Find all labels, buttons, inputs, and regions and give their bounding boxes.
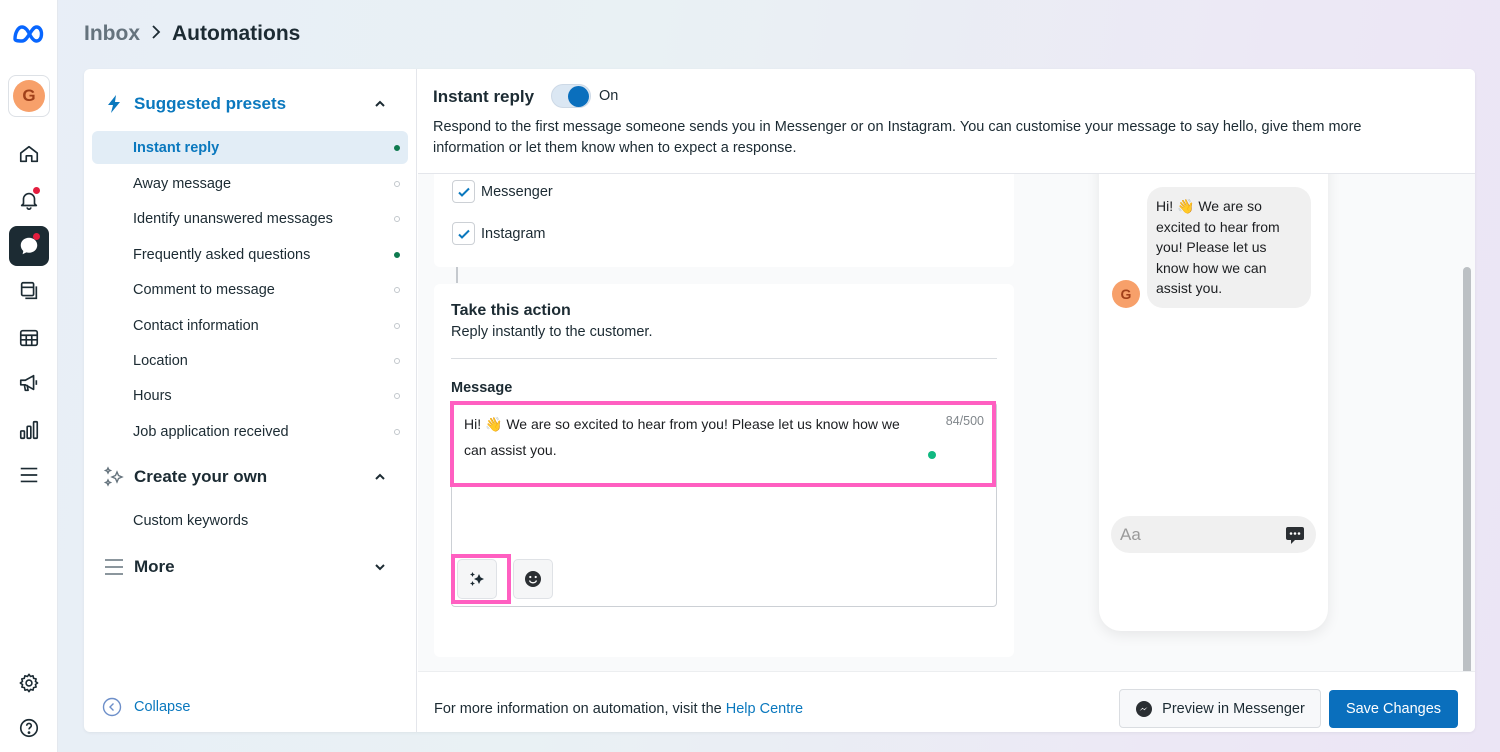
inbox-chat-icon[interactable] <box>9 226 49 266</box>
automation-nav: Suggested presets Instant reply Away mes… <box>84 69 417 732</box>
status-inactive-dot <box>394 286 400 293</box>
section-create-your-own[interactable]: Create your own <box>100 462 405 492</box>
vertical-scrollbar[interactable] <box>1463 267 1471 671</box>
status-inactive-dot <box>394 392 400 399</box>
editor-footer: For more information on automation, visi… <box>418 671 1475 732</box>
message-editor: Hi! 👋 We are so excited to hear from you… <box>450 401 997 607</box>
insights-icon[interactable] <box>9 410 49 450</box>
status-inactive-dot <box>394 322 400 329</box>
section-title: More <box>134 557 175 576</box>
settings-icon[interactable] <box>9 663 49 703</box>
nav-item-job-application[interactable]: Job application received <box>92 415 408 448</box>
ads-megaphone-icon[interactable] <box>9 363 49 403</box>
checkmark-icon <box>457 187 470 197</box>
home-icon[interactable] <box>9 134 49 174</box>
action-panel: Take this action Reply instantly to the … <box>434 284 1014 657</box>
preview-input: Aa <box>1111 516 1316 553</box>
smiley-icon <box>525 571 541 587</box>
instant-reply-toggle[interactable] <box>551 84 591 108</box>
save-changes-button[interactable]: Save Changes <box>1329 690 1458 728</box>
meta-logo-icon[interactable] <box>11 22 47 46</box>
emoji-button[interactable] <box>513 559 553 599</box>
breadcrumb-inbox[interactable]: Inbox <box>84 22 140 46</box>
lightning-icon <box>102 92 126 116</box>
nav-item-comment-to-message[interactable]: Comment to message <box>92 273 408 306</box>
checkmark-icon <box>457 229 470 239</box>
sparkles-icon <box>470 572 484 586</box>
instagram-checkbox[interactable] <box>452 222 475 245</box>
notification-badge <box>33 233 40 240</box>
preview-input-placeholder: Aa <box>1120 525 1141 544</box>
help-icon[interactable] <box>9 708 49 748</box>
platform-instagram[interactable]: Instagram <box>452 222 545 245</box>
platform-messenger[interactable]: Messenger <box>452 180 553 203</box>
nav-item-hours[interactable]: Hours <box>92 379 408 412</box>
collapse-button[interactable]: Collapse <box>102 697 190 717</box>
messenger-checkbox[interactable] <box>452 180 475 203</box>
page-title: Automations <box>172 22 301 45</box>
editor-scroll-area: Messenger Instagram Take this action Rep… <box>418 174 1475 671</box>
chat-bubble-icon <box>1286 527 1304 544</box>
nav-item-instant-reply[interactable]: Instant reply <box>92 131 408 164</box>
planner-icon[interactable] <box>9 318 49 358</box>
account-switcher[interactable]: G <box>8 75 50 117</box>
automations-card: Suggested presets Instant reply Away mes… <box>84 69 1475 732</box>
toggle-state-label: On <box>599 88 619 104</box>
menu-lines-icon <box>102 555 126 579</box>
messenger-preview: Hi! 👋 We are so excited to hear from you… <box>1099 174 1328 631</box>
breadcrumb: Inbox Automations <box>84 22 300 46</box>
preview-message-bubble: Hi! 👋 We are so excited to hear from you… <box>1147 187 1311 308</box>
status-inactive-dot <box>394 428 400 435</box>
toggle-knob <box>568 86 589 107</box>
nav-item-away-message[interactable]: Away message <box>92 167 408 200</box>
section-title: Create your own <box>134 467 268 486</box>
help-text: For more information on automation, visi… <box>434 701 804 717</box>
nav-item-identify-unanswered[interactable]: Identify unanswered messages <box>92 202 408 235</box>
section-more[interactable]: More <box>100 552 405 582</box>
section-title: Suggested presets <box>134 94 287 113</box>
action-subtitle: Reply instantly to the customer. <box>451 324 653 340</box>
editor-header: Instant reply On Respond to the first me… <box>418 69 1475 174</box>
avatar: G <box>13 80 45 112</box>
preview-in-messenger-button[interactable]: Preview in Messenger <box>1119 689 1321 728</box>
posts-icon[interactable] <box>9 271 49 311</box>
notification-badge <box>33 187 40 194</box>
divider <box>451 358 997 359</box>
automation-title: Instant reply <box>433 87 535 106</box>
ai-generate-button[interactable] <box>457 559 497 599</box>
nav-item-location[interactable]: Location <box>92 344 408 377</box>
sparkles-icon <box>102 465 126 489</box>
messenger-icon <box>1136 700 1153 717</box>
status-inactive-dot <box>394 357 400 364</box>
status-active-dot <box>394 251 400 258</box>
chevron-down-icon[interactable] <box>373 560 387 574</box>
flow-connector <box>456 267 458 283</box>
status-inactive-dot <box>394 215 400 222</box>
nav-item-contact-information[interactable]: Contact information <box>92 309 408 342</box>
chevron-up-icon[interactable] <box>373 97 387 111</box>
preview-avatar: G <box>1112 280 1140 308</box>
chevron-left-circle-icon <box>102 697 122 717</box>
left-rail: G <box>0 0 58 752</box>
message-text: Hi! 👋 We are so excited to hear from you… <box>464 416 900 458</box>
section-suggested-presets[interactable]: Suggested presets <box>100 89 405 119</box>
status-inactive-dot <box>394 180 400 187</box>
message-label: Message <box>451 380 513 396</box>
help-centre-link[interactable]: Help Centre <box>726 701 803 717</box>
grammar-status-dot <box>928 451 936 459</box>
platforms-panel: Messenger Instagram <box>434 174 1014 267</box>
chevron-right-icon <box>150 24 162 45</box>
chevron-up-icon[interactable] <box>373 470 387 484</box>
bell-icon[interactable] <box>9 180 49 220</box>
status-active-dot <box>394 144 400 151</box>
char-count: 84/500 <box>945 414 984 428</box>
message-input[interactable]: Hi! 👋 We are so excited to hear from you… <box>450 401 996 487</box>
nav-item-custom-keywords[interactable]: Custom keywords <box>92 504 408 537</box>
menu-icon[interactable] <box>9 455 49 495</box>
automation-editor: Instant reply On Respond to the first me… <box>418 69 1475 732</box>
action-title: Take this action <box>451 302 571 319</box>
nav-item-faq[interactable]: Frequently asked questions <box>92 238 408 271</box>
automation-description: Respond to the first message someone sen… <box>433 119 1362 156</box>
